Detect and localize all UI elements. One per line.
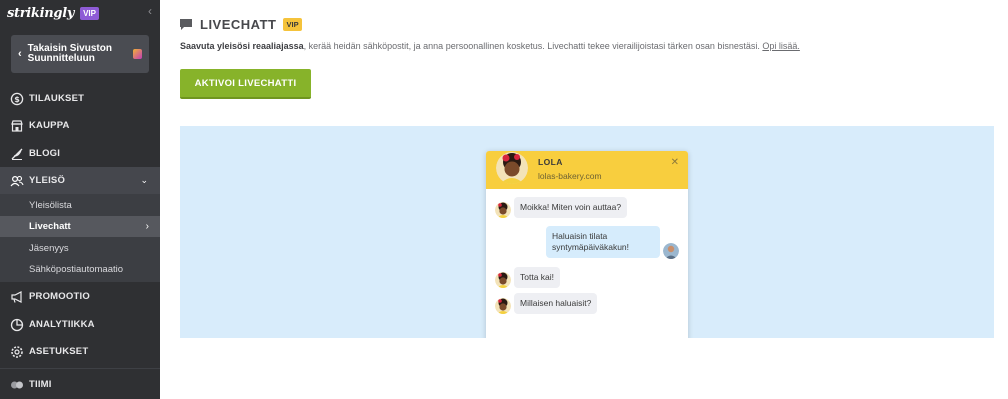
page-title: LIVECHATT [200,16,277,32]
sidebar-item-team[interactable]: TIIMI [0,371,160,398]
dollar-circle-icon: $ [10,92,24,106]
sidebar-item-store[interactable]: KAUPPA [0,112,160,139]
pie-chart-icon [10,318,24,332]
main-content: LIVECHATT VIP Saavuta yleisösi reaaliaja… [160,0,1008,399]
team-icon [10,378,24,392]
chevron-right-icon: › [145,221,149,232]
sidebar-item-audience[interactable]: YLEISÖ ⌄ [0,167,160,194]
sidebar-item-label: YLEISÖ [29,175,66,186]
sidebar-item-label: TILAUKSET [29,93,85,104]
sidebar: strikingly VIP ‹ ‹ Takaisin Sivuston Suu… [0,0,160,399]
megaphone-icon [10,290,24,304]
sidebar-item-orders[interactable]: $ TILAUKSET [0,85,160,112]
sidebar-item-label: PROMOOTIO [29,291,90,302]
livechat-preview: LOLA lolas-bakery.com ✕ Moikka! Miten vo… [180,126,994,338]
sidebar-item-label: ANALYTIIKKA [29,319,95,330]
audience-submenu: Yleisölista Livechatt › Jäsenyys Sähköpo… [0,194,160,282]
sidebar-item-analytics[interactable]: ANALYTIIKKA [0,311,160,338]
sidebar-subitem-membership[interactable]: Jäsenyys [0,238,160,259]
agent-avatar-small [495,298,511,314]
sidebar-item-promotion[interactable]: PROMOOTIO [0,283,160,310]
vip-badge: VIP [283,17,302,31]
back-to-editor-label: Takaisin Sivuston Suunnitteluun [27,43,112,64]
chevron-left-icon: ‹ [18,48,22,60]
sidebar-item-blog[interactable]: BLOGI [0,140,160,167]
sidebar-subitem-audience-list[interactable]: Yleisölista [0,195,160,216]
chat-widget: LOLA lolas-bakery.com ✕ Moikka! Miten vo… [486,151,688,338]
svg-text:$: $ [14,95,20,104]
sidebar-item-settings[interactable]: ASETUKSET [0,338,160,365]
users-icon [10,174,24,188]
sidebar-subitem-label: Sähköpostiautomaatio [29,264,124,275]
chat-message-user: Haluaisin tilata syntymäpäiväkakun! [546,226,660,258]
vip-badge: VIP [80,6,99,20]
agent-name: LOLA [538,157,563,167]
page-header: LIVECHATT VIP [180,16,302,32]
gear-icon [10,345,24,359]
strikingly-logo[interactable]: strikingly [7,6,74,21]
chat-message-agent: Moikka! Miten voin auttaa? [514,197,628,218]
sidebar-item-label: BLOGI [29,148,61,159]
agent-avatar-small [495,202,511,218]
description-text: , kerää heidän sähköpostit, ja anna pers… [303,41,763,51]
chevron-down-icon: ⌄ [140,175,148,185]
page-description: Saavuta yleisösi reaaliajassa, kerää hei… [180,41,800,51]
agent-domain: lolas-bakery.com [538,171,602,181]
sidebar-subitem-label: Yleisölista [29,200,72,211]
sidebar-item-label: TIIMI [29,379,52,390]
sidebar-subitem-livechat[interactable]: Livechatt › [0,216,160,237]
agent-avatar [496,152,528,184]
user-avatar [663,243,679,259]
chat-message-agent: Millaisen haluaisit? [514,293,598,314]
brand: strikingly VIP [7,4,99,22]
learn-more-link[interactable]: Opi lisää. [762,41,800,51]
sidebar-divider [0,368,160,369]
chat-message-agent: Totta kai! [514,267,561,288]
sidebar-item-label: ASETUKSET [29,346,89,357]
sidebar-subitem-email-automation[interactable]: Sähköpostiautomaatio [0,259,160,280]
sidebar-subitem-label: Livechatt [29,221,71,232]
chat-bubble-icon [180,18,192,30]
description-highlight: Saavuta yleisösi reaaliajassa [180,41,304,51]
chat-header: LOLA lolas-bakery.com ✕ [486,151,688,189]
site-thumbnail-icon [133,49,142,59]
app: strikingly VIP ‹ ‹ Takaisin Sivuston Suu… [0,0,1008,399]
activate-livechat-button[interactable]: AKTIVOI LIVECHATTI [180,69,311,99]
sidebar-subitem-label: Jäsenyys [29,243,69,254]
close-icon[interactable]: ✕ [671,157,679,168]
back-to-editor-button[interactable]: ‹ Takaisin Sivuston Suunnitteluun [11,35,149,73]
sidebar-item-label: KAUPPA [29,120,70,131]
agent-avatar-small [495,272,511,288]
store-icon [10,119,24,133]
collapse-sidebar-icon[interactable]: ‹ [148,4,152,18]
quill-icon [10,147,24,161]
